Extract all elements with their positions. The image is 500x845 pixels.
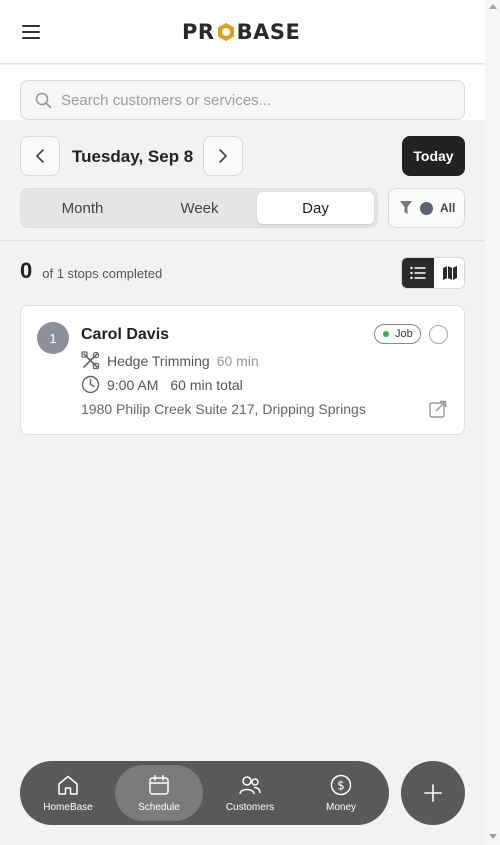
job-badge-label: Job [395,328,413,340]
time-row: 9:00 AM 60 min total [81,375,243,394]
tab-day[interactable]: Day [257,192,374,224]
logo-hexagon-icon [217,23,234,41]
add-button[interactable] [401,761,465,825]
hamburger-icon[interactable] [22,24,42,40]
map-view-button[interactable] [434,258,464,288]
home-icon [58,775,78,795]
logo-text-right: BASE [236,20,301,44]
users-icon [239,776,261,795]
scroll-down-icon[interactable] [489,834,497,839]
nav-schedule-label: Schedule [138,802,180,813]
next-day-button[interactable] [203,136,243,176]
filter-button[interactable]: All [388,188,465,228]
search-input[interactable] [61,81,451,119]
stop-card[interactable]: 1 Carol Davis Job Hedge Trimming 60 min … [20,305,465,435]
filter-color-dot [420,202,433,215]
filter-icon [400,201,412,214]
top-bar: PR BASE [0,0,485,64]
current-date-label: Tuesday, Sep 8 [72,147,194,166]
search-box [20,80,465,120]
complete-checkbox[interactable] [429,325,448,344]
nav-homebase[interactable]: HomeBase [24,765,112,821]
nav-customers[interactable]: Customers [206,765,294,821]
clock-icon [81,375,100,394]
stop-total: 60 min total [170,376,243,393]
service-duration: 60 min [216,352,259,369]
tools-icon [81,351,100,370]
stop-address: 1980 Philip Creek Suite 217, Dripping Sp… [81,401,366,417]
app: PR BASE Tuesday, Sep 8 [0,0,485,845]
view-range-tabs: Month Week Day [20,188,378,228]
job-badge: Job [374,324,421,344]
section-divider [0,240,485,241]
stops-progress: 0 of 1 stops completed [20,258,162,288]
service-name: Hedge Trimming [107,352,210,369]
map-icon [443,266,457,280]
calendar-icon [149,774,169,795]
logo-text-left: PR [182,20,215,44]
service-row: Hedge Trimming 60 min [81,351,259,370]
nav-money-label: Money [325,802,356,813]
search-section [0,65,485,120]
list-icon [410,266,426,280]
chevron-left-icon [36,149,44,163]
search-icon [35,92,52,109]
completed-count: 0 [20,258,33,283]
probase-logo: PR BASE [182,19,300,45]
nav-homebase-label: HomeBase [43,802,93,813]
tab-month[interactable]: Month [24,192,141,224]
today-button[interactable]: Today [402,136,465,176]
date-controls: Tuesday, Sep 8 Today Month Week Day All [0,120,485,240]
customer-name[interactable]: Carol Davis [81,326,169,344]
chevron-right-icon [219,149,227,163]
progress-summary: of 1 stops completed [42,266,163,281]
tab-week[interactable]: Week [141,192,258,224]
list-view-button[interactable] [402,258,434,288]
scroll-up-icon[interactable] [489,4,497,9]
prev-day-button[interactable] [20,136,60,176]
svg-text:$: $ [337,779,345,793]
nav-money[interactable]: $ Money [297,765,385,821]
filter-label: All [440,201,456,215]
page-scrollbar[interactable] [485,0,500,845]
status-dot [383,331,389,337]
plus-icon [424,784,442,802]
nav-customers-label: Customers [225,802,275,813]
stop-number: 1 [37,322,69,354]
stop-time: 9:00 AM [107,376,159,393]
dollar-icon: $ [330,774,352,796]
bottom-nav: HomeBase Schedule Customers $ Money [20,761,389,825]
list-map-toggle [401,257,465,289]
nav-schedule[interactable]: Schedule [115,765,203,821]
external-link-icon[interactable] [429,400,447,418]
